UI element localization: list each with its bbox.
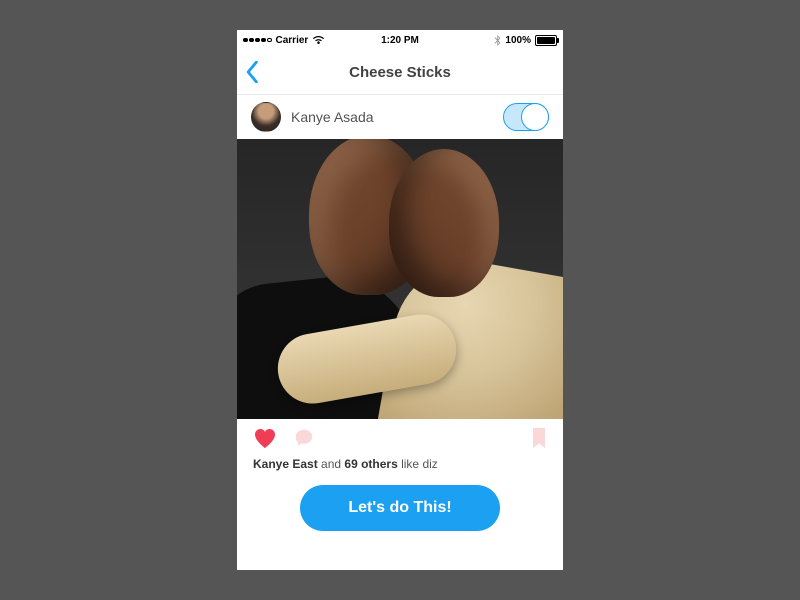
likes-others-count[interactable]: 69 others (344, 457, 397, 471)
comment-icon[interactable] (293, 427, 315, 449)
profile-row: Kanye Asada (237, 95, 563, 139)
status-clock: 1:20 PM (237, 35, 563, 46)
avatar[interactable] (251, 102, 281, 132)
post-image[interactable] (237, 139, 563, 419)
likes-trailing: like diz (398, 457, 438, 471)
phone-frame: Carrier 1:20 PM 100% Cheese Sticks Kanye… (237, 30, 563, 570)
nav-bar: Cheese Sticks (237, 50, 563, 95)
page-title: Cheese Sticks (237, 64, 563, 81)
cta-button[interactable]: Let's do This! (300, 485, 500, 531)
profile-name[interactable]: Kanye Asada (291, 109, 493, 125)
follow-toggle[interactable] (503, 103, 549, 131)
status-bar: Carrier 1:20 PM 100% (237, 30, 563, 50)
bookmark-icon[interactable] (531, 427, 547, 449)
likes-lead-user[interactable]: Kanye East (253, 457, 318, 471)
likes-line: Kanye East and 69 others like diz (237, 457, 563, 479)
back-button[interactable] (245, 61, 259, 83)
action-row (237, 419, 563, 457)
cta-wrap: Let's do This! (237, 479, 563, 531)
likes-mid: and (318, 457, 345, 471)
battery-icon (535, 35, 557, 46)
heart-icon[interactable] (253, 427, 277, 449)
toggle-knob (521, 103, 549, 131)
